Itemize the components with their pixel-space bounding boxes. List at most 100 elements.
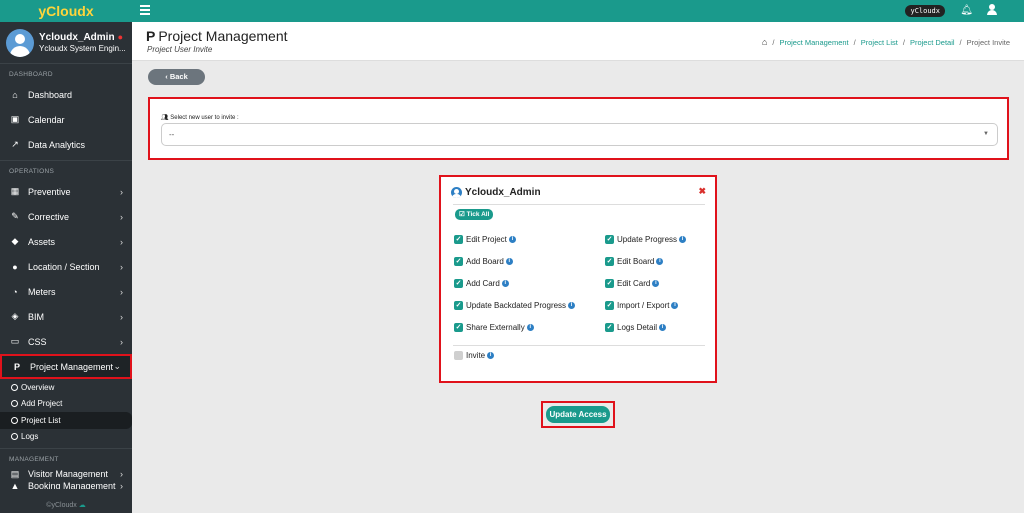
back-button[interactable]: ‹ Back — [148, 69, 205, 85]
check-square-icon: ☑ — [459, 211, 465, 218]
perm-update-backdated-progress[interactable]: ✓ Update Backdated Progress i — [454, 301, 576, 310]
monitor-icon: ▭ — [10, 336, 20, 346]
page-subtitle: Project User Invite — [147, 45, 213, 54]
close-icon[interactable]: ✖ — [698, 186, 706, 197]
checkbox[interactable]: ✓ — [454, 351, 463, 360]
booking-icon: ▲ — [10, 481, 20, 489]
calendar-icon: ▣ — [10, 114, 20, 124]
info-icon: i — [671, 302, 679, 309]
chevron-right-icon: › — [120, 481, 123, 489]
section-label-dashboard: DASHBOARD — [9, 71, 53, 78]
gauge-icon: ◔ — [12, 286, 18, 297]
breadcrumb-project-detail[interactable]: Project Detail — [910, 38, 955, 47]
info-icon: i — [501, 280, 509, 287]
circle-icon — [11, 383, 18, 391]
bell-icon[interactable]: 🔔︎ — [960, 5, 973, 16]
user-name: Ycloudx_Admin ● — [39, 31, 124, 43]
chart-icon: ↗ — [11, 139, 19, 149]
info-icon: i — [679, 236, 687, 243]
update-access-highlight: Update Access — [541, 401, 615, 428]
breadcrumb: ⌂ / Project Management / Project List / Pro… — [761, 37, 1010, 47]
chevron-right-icon: › — [120, 286, 123, 297]
home-icon[interactable]: ⌂ — [762, 37, 767, 47]
globe-icon: ● — [12, 261, 18, 272]
calendar-check-icon: ▦ — [10, 186, 20, 196]
checkbox[interactable]: ✓ — [605, 279, 614, 288]
user-badge[interactable]: yCloudx — [905, 5, 945, 17]
checkbox[interactable]: ✓ — [605, 323, 614, 332]
sidebar-item-calendar[interactable]: ▣ Calendar — [0, 107, 132, 132]
section-label-operations: OPERATIONS — [9, 168, 55, 175]
sidebar-item-booking-management[interactable]: ▲ Booking Management › — [0, 481, 132, 489]
perm-invite[interactable]: ✓Invitei — [454, 351, 495, 360]
info-icon: i — [568, 302, 576, 309]
sidebar-item-project-management[interactable]: P Project Management ⌄ — [0, 354, 132, 379]
sidebar-item-data-analytics[interactable]: ↗ Data Analytics — [0, 132, 132, 157]
breadcrumb-project-list[interactable]: Project List — [861, 38, 898, 47]
sidebar-subitem-logs[interactable]: Logs — [0, 429, 132, 446]
user-permission-card: Ycloudx_Admin ✖ ☑ Tick All ✓ Edit Project… — [439, 175, 717, 383]
cube-icon: ◈ — [11, 311, 19, 321]
brand-logo[interactable]: yCloudx — [0, 0, 132, 22]
checkbox[interactable]: ✓ — [605, 301, 614, 310]
sidebar: yCloudx Ycloudx_Admin ● Ycloudx System En… — [0, 0, 132, 513]
sidebar-item-meters[interactable]: ◔ Meters › — [0, 279, 132, 304]
perm-add-board[interactable]: ✓ Add Board i — [454, 257, 513, 266]
page-title: P Project Management — [146, 28, 288, 44]
perm-share-externally[interactable]: ✓ Share Externally i — [454, 323, 534, 332]
perm-edit-project[interactable]: ✓ Edit Project i — [454, 235, 516, 244]
breadcrumb-project-management[interactable]: Project Management — [779, 38, 848, 47]
sidebar-item-corrective[interactable]: ✎ Corrective › — [0, 204, 132, 229]
chevron-right-icon: › — [120, 311, 123, 322]
circle-icon — [11, 400, 18, 408]
card-user-title: Ycloudx_Admin — [451, 187, 541, 198]
perm-import-export[interactable]: ✓ Import / Export i — [605, 301, 679, 310]
online-dot-icon: ● — [117, 31, 124, 42]
sidebar-item-css[interactable]: ▭ CSS › — [0, 329, 132, 354]
user-profile[interactable]: Ycloudx_Admin ● Ycloudx System Engin... — [0, 22, 132, 64]
info-icon: i — [508, 236, 516, 243]
user-role: Ycloudx System Engin... — [39, 43, 126, 53]
perm-edit-card[interactable]: ✓ Edit Card i — [605, 279, 660, 288]
sidebar-item-preventive[interactable]: ▦ Preventive › — [0, 179, 132, 204]
checkbox[interactable]: ✓ — [454, 235, 463, 244]
info-icon: i — [659, 324, 667, 331]
sidebar-subitem-overview[interactable]: Overview — [0, 379, 132, 396]
sidebar-item-location[interactable]: ● Location / Section › — [0, 254, 132, 279]
chevron-right-icon: › — [120, 469, 123, 479]
top-bar: yCloudx 🔔︎ — [132, 0, 1024, 22]
checkbox[interactable]: ✓ — [454, 279, 463, 288]
sidebar-item-dashboard[interactable]: ⌂ Dashboard — [0, 82, 132, 107]
perm-logs-detail[interactable]: ✓ Logs Detail i — [605, 323, 667, 332]
caret-down-icon: ▼ — [983, 131, 989, 137]
perm-add-card[interactable]: ✓ Add Card i — [454, 279, 509, 288]
update-access-button[interactable]: Update Access — [546, 406, 610, 423]
sidebar-item-assets[interactable]: ◆ Assets › — [0, 229, 132, 254]
page-header: P Project Management Project User Invite … — [132, 22, 1024, 61]
checkbox[interactable]: ✓ — [454, 323, 463, 332]
visitor-icon: ▤ — [10, 468, 20, 479]
perm-update-progress[interactable]: ✓ Update Progress i — [605, 235, 687, 244]
sidebar-item-visitor-management[interactable]: ▤ Visitor Management › — [0, 467, 132, 481]
chevron-right-icon: › — [120, 211, 123, 222]
project-icon: P — [13, 361, 20, 372]
tick-all-button[interactable]: ☑ Tick All — [455, 209, 494, 220]
chevron-down-icon: ⌄ — [113, 361, 121, 371]
checkbox[interactable]: ✓ — [605, 257, 614, 266]
invite-user-select[interactable]: -- ▼ — [161, 123, 998, 146]
perm-edit-board[interactable]: ✓ Edit Board i — [605, 257, 664, 266]
hamburger-menu-icon[interactable] — [140, 5, 150, 15]
wrench-icon: ✎ — [11, 211, 19, 221]
checkbox[interactable]: ✓ — [454, 257, 463, 266]
sidebar-item-bim[interactable]: ◈ BIM › — [0, 304, 132, 329]
sidebar-subitem-project-list[interactable]: Project List — [0, 412, 132, 429]
chevron-right-icon: › — [120, 261, 123, 272]
home-icon: ⌂ — [12, 89, 18, 100]
user-circle-icon — [451, 187, 462, 198]
sidebar-subitem-add-project[interactable]: Add Project — [0, 396, 132, 413]
checkbox[interactable]: ✓ — [454, 301, 463, 310]
info-icon: i — [656, 258, 664, 265]
chevron-right-icon: › — [120, 236, 123, 247]
user-icon[interactable] — [987, 4, 997, 16]
checkbox[interactable]: ✓ — [605, 235, 614, 244]
